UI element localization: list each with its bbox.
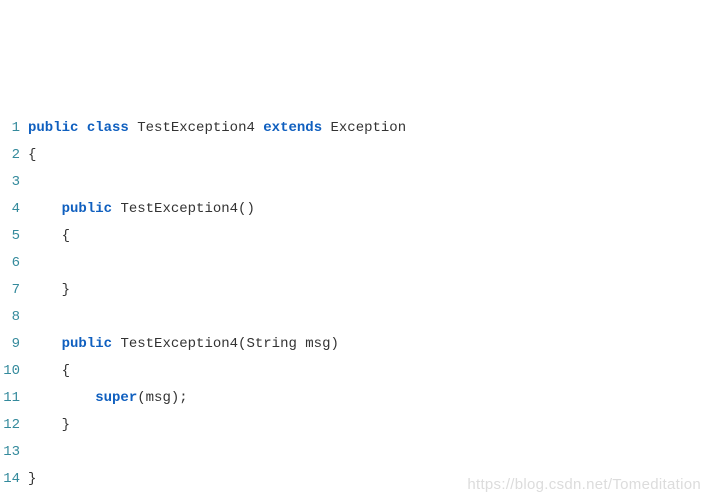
code-content: }	[28, 277, 70, 304]
code-line: 13	[0, 439, 719, 466]
line-number: 6	[0, 250, 28, 277]
code-line: 9 public TestException4(String msg)	[0, 331, 719, 358]
code-content: }	[28, 412, 70, 439]
code-line: 7 }	[0, 277, 719, 304]
line-number: 9	[0, 331, 28, 358]
line-number: 1	[0, 115, 28, 142]
line-number: 12	[0, 412, 28, 439]
code-block: 1public class TestException4 extends Exc…	[0, 0, 719, 493]
code-content: {	[28, 142, 36, 169]
code-line: 6	[0, 250, 719, 277]
line-number: 10	[0, 358, 28, 385]
code-content: public TestException4()	[28, 196, 255, 223]
code-line: 3	[0, 169, 719, 196]
code-content: }	[28, 466, 36, 493]
code-content: public class TestException4 extends Exce…	[28, 115, 406, 142]
line-number: 11	[0, 385, 28, 412]
code-line: 8	[0, 304, 719, 331]
code-line: 10 {	[0, 358, 719, 385]
code-content: {	[28, 223, 70, 250]
line-number: 13	[0, 439, 28, 466]
code-line: 1public class TestException4 extends Exc…	[0, 115, 719, 142]
line-number: 7	[0, 277, 28, 304]
line-number: 4	[0, 196, 28, 223]
code-line: 14}	[0, 466, 719, 493]
code-content: super(msg);	[28, 385, 188, 412]
line-number: 2	[0, 142, 28, 169]
line-number: 8	[0, 304, 28, 331]
code-content: {	[28, 358, 70, 385]
code-line: 12 }	[0, 412, 719, 439]
line-number: 3	[0, 169, 28, 196]
code-line: 5 {	[0, 223, 719, 250]
code-line: 11 super(msg);	[0, 385, 719, 412]
code-content: public TestException4(String msg)	[28, 331, 339, 358]
code-line: 2{	[0, 142, 719, 169]
line-number: 14	[0, 466, 28, 493]
code-line: 4 public TestException4()	[0, 196, 719, 223]
line-number: 5	[0, 223, 28, 250]
